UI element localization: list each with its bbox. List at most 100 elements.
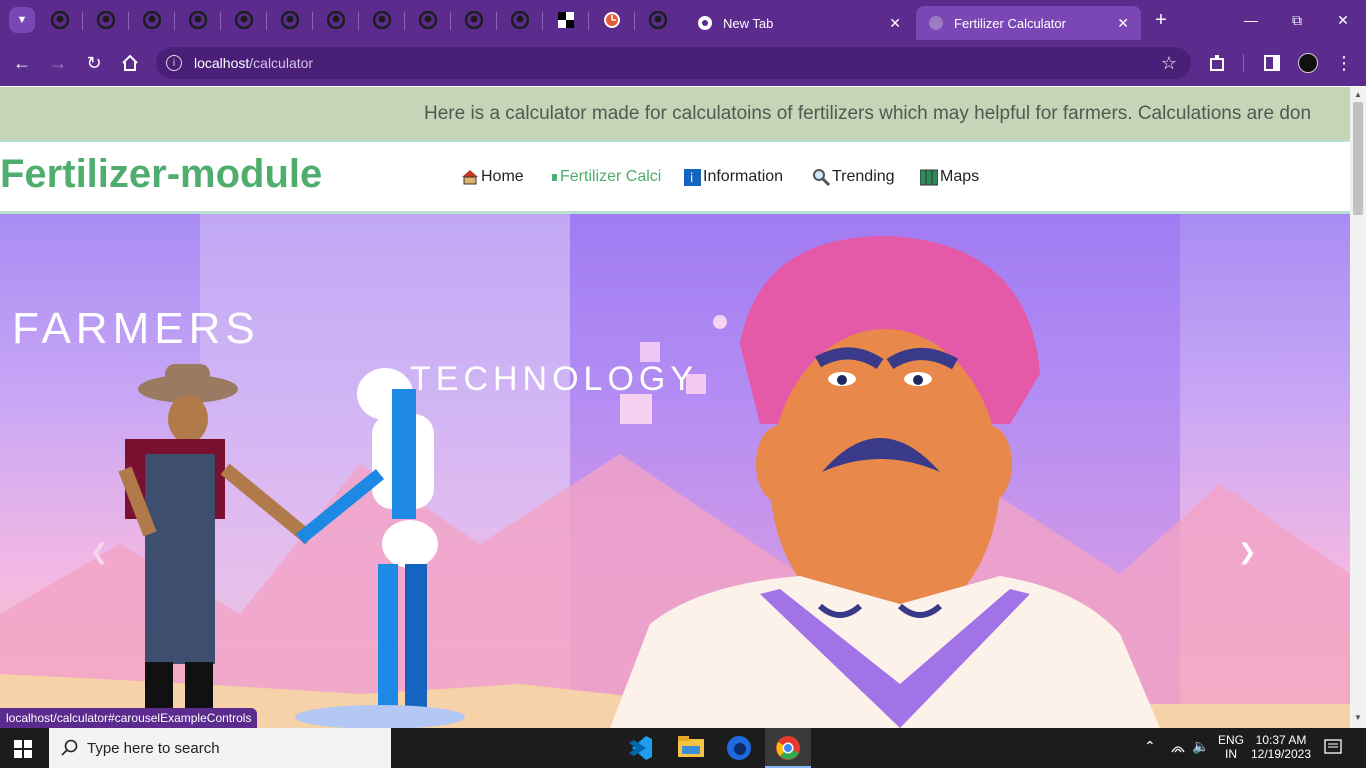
carousel-next-button[interactable]: ❯ xyxy=(1238,539,1256,565)
site-navbar: Fertilizer-module Home Fertilizer Calci … xyxy=(0,140,1350,214)
tab-separator xyxy=(220,12,221,30)
site-info-icon[interactable]: i xyxy=(166,55,182,71)
restore-button[interactable]: ⧉ xyxy=(1274,0,1320,40)
file-explorer-taskbar-button[interactable] xyxy=(678,736,704,763)
close-window-button[interactable]: ✕ xyxy=(1320,0,1366,40)
github-icon xyxy=(649,11,667,29)
extensions-button[interactable] xyxy=(1202,48,1234,78)
scrollbar-thumb[interactable] xyxy=(1353,102,1363,215)
tab-title: New Tab xyxy=(723,15,774,31)
github-icon xyxy=(189,11,207,29)
tab-separator xyxy=(404,12,405,30)
github-icon xyxy=(465,11,483,29)
pinned-tab[interactable] xyxy=(408,6,448,34)
home-button[interactable] xyxy=(114,48,146,78)
scroll-up-icon[interactable]: ▲ xyxy=(1354,90,1362,99)
close-icon[interactable]: ✕ xyxy=(1117,15,1129,32)
tab-separator xyxy=(542,12,543,30)
side-panel-icon xyxy=(1264,55,1280,71)
vscode-icon xyxy=(629,736,652,760)
brand-title[interactable]: Fertilizer-module xyxy=(0,152,322,197)
chevron-left-icon: ❮ xyxy=(90,539,109,564)
nav-maps[interactable]: Maps xyxy=(920,168,979,186)
page-scrollbar[interactable]: ▲ ▼ xyxy=(1350,87,1366,728)
tab-separator xyxy=(82,12,83,30)
network-icon[interactable] xyxy=(1170,738,1186,757)
minimize-button[interactable]: — xyxy=(1228,0,1274,40)
scroll-down-icon[interactable]: ▼ xyxy=(1354,713,1362,722)
pinned-tab[interactable] xyxy=(86,6,126,34)
carousel-prev-button[interactable]: ❮ xyxy=(90,539,108,565)
chrome-taskbar-button[interactable] xyxy=(765,728,811,768)
search-placeholder: Type here to search xyxy=(87,739,220,757)
house-icon xyxy=(462,170,478,185)
forward-button[interactable]: → xyxy=(42,48,74,78)
notification-center-button[interactable] xyxy=(1324,738,1342,759)
checker-icon xyxy=(558,12,574,28)
vscode-taskbar-button[interactable] xyxy=(626,734,654,762)
url-path: /calculator xyxy=(249,55,314,71)
lang-top: ENG xyxy=(1217,733,1244,747)
github-icon xyxy=(97,11,115,29)
search-icon xyxy=(61,739,78,756)
pinned-tab[interactable] xyxy=(454,6,494,34)
tab-search-button[interactable]: ▼ xyxy=(2,6,42,34)
pinned-tab[interactable] xyxy=(178,6,218,34)
pinned-tab[interactable] xyxy=(316,6,356,34)
pinned-tab[interactable] xyxy=(546,6,586,34)
nav-fertilizer-calci[interactable]: Fertilizer Calci xyxy=(552,168,661,186)
pinned-tab[interactable] xyxy=(132,6,172,34)
pinned-tab[interactable] xyxy=(270,6,310,34)
fertilizer-icon xyxy=(552,174,557,181)
tab-title: Fertilizer Calculator xyxy=(954,15,1066,31)
language-indicator[interactable]: ENG IN xyxy=(1214,733,1248,761)
menu-button[interactable]: ⋮ xyxy=(1328,48,1360,78)
pinned-tab[interactable] xyxy=(362,6,402,34)
github-icon xyxy=(511,11,529,29)
pinned-tab[interactable] xyxy=(40,6,80,34)
github-icon xyxy=(51,11,69,29)
pinned-tab[interactable] xyxy=(500,6,540,34)
avatar xyxy=(1298,53,1318,73)
show-hidden-icons-button[interactable]: ⌃ xyxy=(1144,738,1156,755)
firefox-taskbar-button[interactable] xyxy=(726,735,752,766)
star-icon[interactable]: ☆ xyxy=(1161,53,1177,74)
github-icon xyxy=(143,11,161,29)
chevron-right-icon: ❯ xyxy=(1238,539,1257,564)
nav-label: Information xyxy=(703,168,784,185)
pinned-tab[interactable] xyxy=(224,6,264,34)
taskbar-search-box[interactable]: Type here to search xyxy=(49,728,391,768)
hero-word-technology: Technology xyxy=(410,360,699,398)
volume-icon[interactable]: 🔈 xyxy=(1192,738,1209,755)
new-tab-button[interactable]: + xyxy=(1141,0,1181,40)
pinned-tab[interactable] xyxy=(592,6,632,34)
firefox-icon xyxy=(727,736,751,760)
nav-information[interactable]: i Information xyxy=(684,168,783,186)
link-status-bubble: localhost/calculator#carouselExampleCont… xyxy=(0,708,258,728)
puzzle-icon xyxy=(1210,55,1224,71)
reload-button[interactable]: ↻ xyxy=(78,48,110,78)
start-button[interactable] xyxy=(14,740,32,763)
pinned-tab[interactable] xyxy=(638,6,678,34)
nav-label: Home xyxy=(481,168,524,185)
clock-time: 10:37 AM xyxy=(1255,733,1307,747)
profile-avatar[interactable] xyxy=(1292,48,1324,78)
kebab-icon: ⋮ xyxy=(1335,52,1353,73)
tab-new-tab[interactable]: New Tab ✕ xyxy=(685,6,913,40)
nav-home[interactable]: Home xyxy=(461,168,524,186)
browser-tab-strip: ▼ New Tab ✕ Fertilizer Calculator ✕ + — … xyxy=(0,0,1366,40)
tab-separator xyxy=(128,12,129,30)
side-panel-button[interactable] xyxy=(1256,48,1288,78)
back-button[interactable]: ← xyxy=(6,48,38,78)
notification-icon xyxy=(1324,739,1342,754)
nav-trending[interactable]: Trending xyxy=(812,168,895,186)
carousel-image xyxy=(0,214,1350,728)
close-icon[interactable]: ✕ xyxy=(889,15,901,32)
tab-fertilizer-calculator[interactable]: Fertilizer Calculator ✕ xyxy=(916,6,1141,40)
chrome-icon xyxy=(776,736,800,760)
clock-date: 12/19/2023 xyxy=(1250,747,1312,761)
tab-separator xyxy=(496,12,497,30)
github-icon xyxy=(235,11,253,29)
clock[interactable]: 10:37 AM 12/19/2023 xyxy=(1248,733,1314,761)
address-bar[interactable]: i localhost/calculator ☆ xyxy=(156,47,1191,79)
